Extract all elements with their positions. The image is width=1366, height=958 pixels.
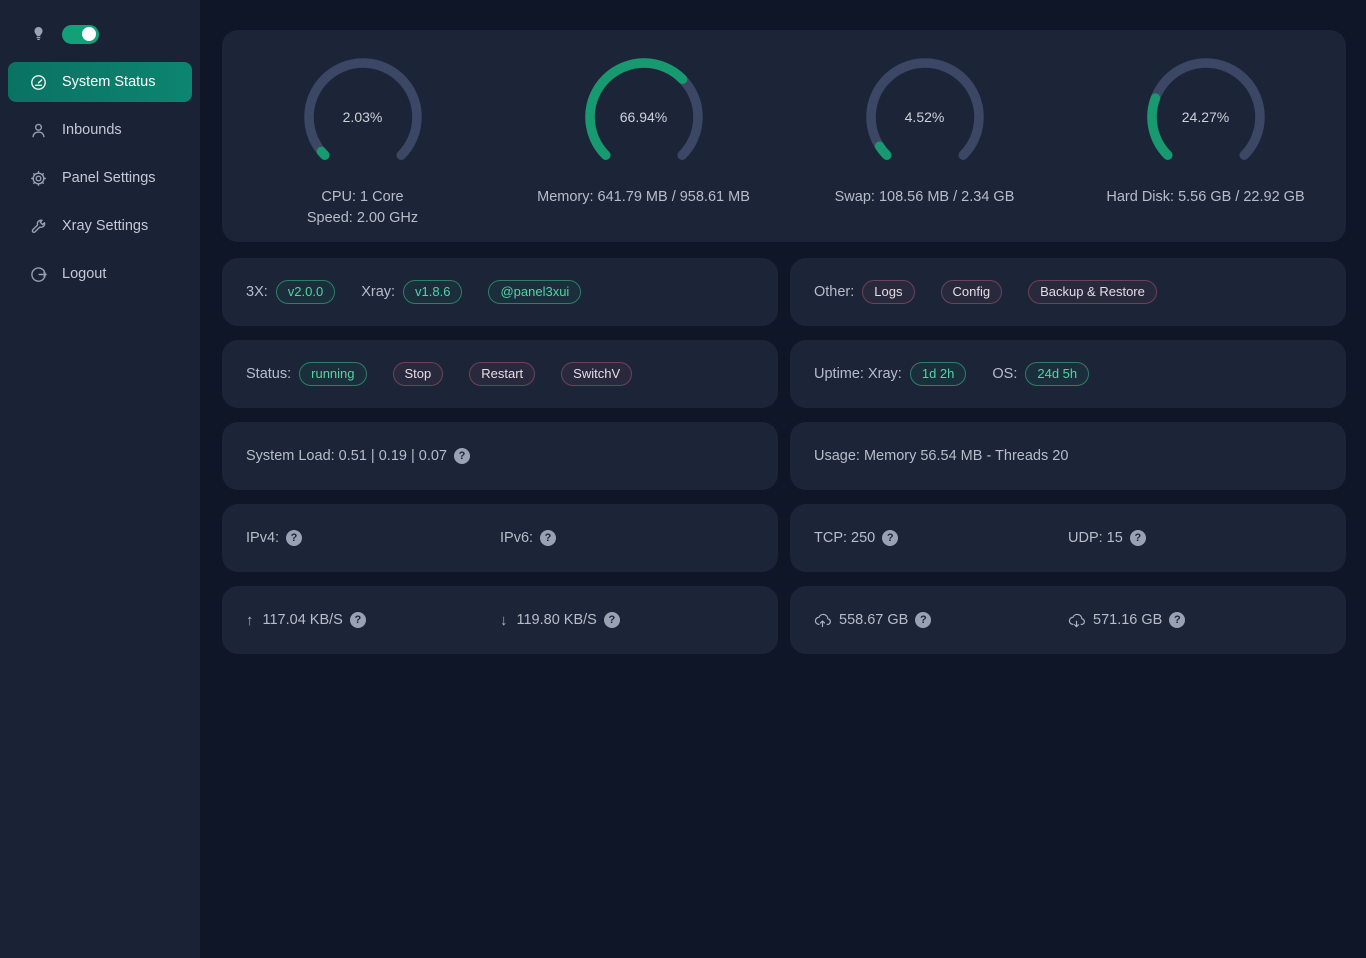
dark-mode-toggle[interactable] (62, 25, 99, 44)
download-speed: 119.80 KB/S (517, 612, 597, 628)
sidebar-item-system-status[interactable]: System Status (8, 62, 192, 102)
swap-percent: 4.52% (865, 57, 985, 177)
question-icon[interactable]: ? (1169, 612, 1185, 628)
logs-button[interactable]: Logs (862, 280, 914, 305)
ipv6-label: IPv6: (500, 530, 533, 546)
total-sent-item: 558.67 GB ? (814, 612, 1068, 628)
upload-speed: 117.04 KB/S (263, 612, 343, 628)
question-icon[interactable]: ? (454, 448, 470, 464)
backup-restore-button[interactable]: Backup & Restore (1028, 280, 1157, 305)
disk-gauge: 24.27% Hard Disk: 5.56 GB / 22.92 GB (1065, 57, 1346, 208)
usage-text: Usage: Memory 56.54 MB - Threads 20 (814, 448, 1068, 464)
system-load-text: System Load: 0.51 | 0.19 | 0.07 (246, 448, 447, 464)
telegram-badge[interactable]: @panel3xui (488, 280, 581, 305)
memory-percent: 66.94% (584, 57, 704, 177)
traffic-totals-card: 558.67 GB ? 571.16 GB ? (790, 586, 1346, 654)
system-load-card: System Load: 0.51 | 0.19 | 0.07 ? (222, 422, 778, 490)
disk-percent: 24.27% (1146, 57, 1266, 177)
logout-icon (30, 266, 47, 283)
sidebar-item-label: Xray Settings (62, 218, 148, 234)
sidebar-item-xray-settings[interactable]: Xray Settings (8, 206, 192, 246)
total-received-item: 571.16 GB ? (1068, 612, 1322, 628)
tcp-item: TCP: 250 ? (814, 530, 1068, 546)
config-button[interactable]: Config (941, 280, 1003, 305)
upload-speed-item: ↑ 117.04 KB/S ? (246, 612, 500, 629)
sidebar: System Status Inbounds Panel Settings (0, 0, 200, 958)
xray-version-badge[interactable]: v1.8.6 (403, 280, 462, 305)
other-label: Other: (814, 284, 854, 300)
usage-card: Usage: Memory 56.54 MB - Threads 20 (790, 422, 1346, 490)
sidebar-item-label: Logout (62, 266, 106, 282)
stop-button[interactable]: Stop (393, 362, 444, 387)
wrench-icon (30, 218, 47, 235)
status-card: Status: running Stop Restart SwitchV (222, 340, 778, 408)
total-sent: 558.67 GB (839, 612, 908, 628)
running-status-badge: running (299, 362, 366, 387)
switch-version-button[interactable]: SwitchV (561, 362, 632, 387)
restart-button[interactable]: Restart (469, 362, 535, 387)
udp-item: UDP: 15 ? (1068, 530, 1322, 546)
connections-card: TCP: 250 ? UDP: 15 ? (790, 504, 1346, 572)
question-icon[interactable]: ? (915, 612, 931, 628)
memory-gauge: 66.94% Memory: 641.79 MB / 958.61 MB (503, 57, 784, 208)
cpu-caption: CPU: 1 CoreSpeed: 2.00 GHz (307, 187, 418, 229)
dashboard-icon (30, 74, 47, 91)
cloud-upload-icon (814, 613, 831, 628)
download-speed-item: ↓ 119.80 KB/S ? (500, 612, 754, 629)
bulb-icon (31, 26, 46, 42)
swap-caption: Swap: 108.56 MB / 2.34 GB (835, 187, 1015, 208)
status-label: Status: (246, 366, 291, 382)
arrow-down-icon: ↓ (500, 612, 508, 629)
system-gauges-card: 2.03% CPU: 1 CoreSpeed: 2.00 GHz 66.94% … (222, 30, 1346, 242)
info-cards-grid: 3X: v2.0.0 Xray: v1.8.6 @panel3xui Other… (222, 258, 1346, 654)
uptime-xray-label: Uptime: Xray: (814, 366, 902, 382)
total-received: 571.16 GB (1093, 612, 1162, 628)
cloud-download-icon (1068, 613, 1085, 628)
uptime-card: Uptime: Xray: 1d 2h OS: 24d 5h (790, 340, 1346, 408)
other-card: Other: Logs Config Backup & Restore (790, 258, 1346, 326)
cpu-percent: 2.03% (303, 57, 423, 177)
sidebar-item-label: Inbounds (62, 122, 122, 138)
ipv6-item: IPv6: ? (500, 530, 754, 546)
question-icon[interactable]: ? (286, 530, 302, 546)
sidebar-item-label: Panel Settings (62, 170, 156, 186)
swap-gauge: 4.52% Swap: 108.56 MB / 2.34 GB (784, 57, 1065, 208)
user-icon (30, 122, 47, 139)
panel-version-badge[interactable]: v2.0.0 (276, 280, 335, 305)
sidebar-menu: System Status Inbounds Panel Settings (0, 60, 200, 294)
main-content: 2.03% CPU: 1 CoreSpeed: 2.00 GHz 66.94% … (200, 0, 1366, 654)
ip-card: IPv4: ? IPv6: ? (222, 504, 778, 572)
theme-toggle-row (0, 0, 200, 60)
question-icon[interactable]: ? (350, 612, 366, 628)
version-3x-label: 3X: (246, 284, 268, 300)
memory-caption: Memory: 641.79 MB / 958.61 MB (537, 187, 750, 208)
sidebar-item-inbounds[interactable]: Inbounds (8, 110, 192, 150)
question-icon[interactable]: ? (1130, 530, 1146, 546)
ipv4-item: IPv4: ? (246, 530, 500, 546)
xray-uptime-badge: 1d 2h (910, 362, 967, 387)
question-icon[interactable]: ? (882, 530, 898, 546)
cpu-gauge: 2.03% CPU: 1 CoreSpeed: 2.00 GHz (222, 57, 503, 229)
version-card: 3X: v2.0.0 Xray: v1.8.6 @panel3xui (222, 258, 778, 326)
gear-icon (30, 170, 47, 187)
sidebar-item-label: System Status (62, 74, 155, 90)
toggle-knob (82, 27, 96, 41)
os-uptime-badge: 24d 5h (1025, 362, 1089, 387)
udp-count: UDP: 15 (1068, 530, 1123, 546)
uptime-os-label: OS: (992, 366, 1017, 382)
network-speed-card: ↑ 117.04 KB/S ? ↓ 119.80 KB/S ? (222, 586, 778, 654)
sidebar-item-logout[interactable]: Logout (8, 254, 192, 294)
tcp-count: TCP: 250 (814, 530, 875, 546)
arrow-up-icon: ↑ (246, 612, 254, 629)
question-icon[interactable]: ? (604, 612, 620, 628)
sidebar-item-panel-settings[interactable]: Panel Settings (8, 158, 192, 198)
ipv4-label: IPv4: (246, 530, 279, 546)
question-icon[interactable]: ? (540, 530, 556, 546)
disk-caption: Hard Disk: 5.56 GB / 22.92 GB (1106, 187, 1304, 208)
version-xray-label: Xray: (361, 284, 395, 300)
